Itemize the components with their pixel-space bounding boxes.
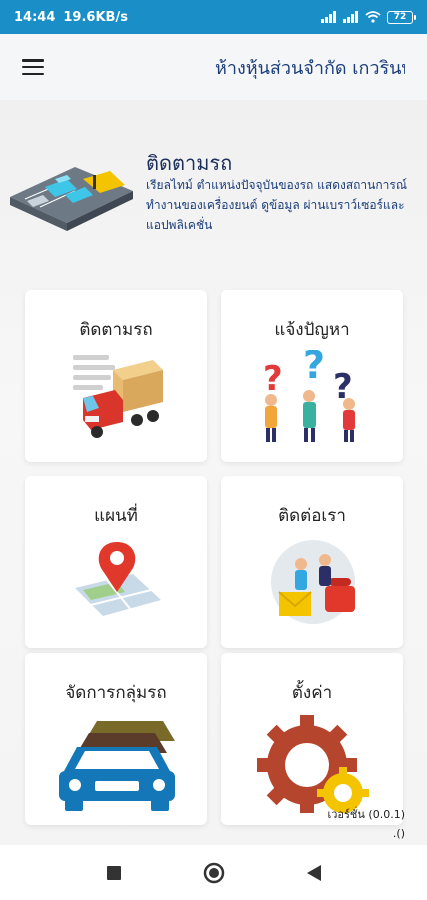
- version-text: เวอร์ชั่น (0.0.1): [327, 808, 405, 821]
- menu-card-settings[interactable]: ตั้งค่า: [221, 653, 403, 825]
- main-content: ติดตามรถ เรียลไทม์ ตำแหน่งปัจจุบันของรถ …: [0, 100, 427, 845]
- svg-text:?: ?: [263, 359, 283, 399]
- hero-banner: ติดตามรถ เรียลไทม์ ตำแหน่งปัจจุบันของรถ …: [0, 145, 427, 255]
- menu-card-label: จัดการกลุ่มรถ: [65, 683, 167, 703]
- wifi-icon: [365, 11, 381, 23]
- battery-icon: 72: [387, 10, 416, 24]
- menu-card-contact[interactable]: ติดต่อเรา: [221, 476, 403, 648]
- version-label: เวอร์ชั่น (0.0.1) .(): [327, 805, 405, 843]
- home-circle-icon: [203, 862, 224, 883]
- parking-lot-icon: [10, 167, 133, 231]
- status-icons: 72: [321, 10, 416, 24]
- hamburger-menu-icon[interactable]: [22, 59, 44, 75]
- question-people-icon: ? ? ?: [263, 350, 355, 442]
- app-title: ห้างหุ้นส่วนจำกัด เกวรินทร์: [215, 57, 405, 79]
- menu-card-track-vehicle[interactable]: ติดตามรถ: [25, 290, 207, 462]
- version-subtext: .(): [392, 827, 405, 840]
- network-speed: 19.6KB/s: [63, 9, 128, 25]
- back-triangle-icon: [306, 864, 321, 881]
- status-time: 14:44: [14, 9, 56, 25]
- signal-icon-2: [343, 11, 358, 23]
- menu-card-report-issue[interactable]: แจ้งปัญหา ? ? ?: [221, 290, 403, 462]
- status-bar: 14:44 19.6KB/s 72: [0, 0, 427, 34]
- menu-card-label: แจ้งปัญหา: [274, 320, 350, 340]
- menu-card-map[interactable]: แผนที่: [25, 476, 207, 648]
- menu-card-label: ติดต่อเรา: [278, 506, 346, 526]
- home-button[interactable]: [200, 859, 228, 887]
- square-icon: [106, 865, 121, 880]
- contact-phone-icon: [271, 540, 355, 624]
- app-bar: ห้างหุ้นส่วนจำกัด เกวรินทร์: [0, 34, 427, 100]
- back-button[interactable]: [300, 859, 328, 887]
- recent-apps-button[interactable]: [100, 859, 128, 887]
- signal-icon: [321, 11, 336, 23]
- menu-card-label: ตั้งค่า: [291, 683, 333, 703]
- truck-icon: [73, 355, 163, 438]
- menu-card-label: แผนที่: [94, 506, 138, 526]
- menu-card-label: ติดตามรถ: [79, 320, 153, 340]
- hero-description: เรียลไทม์ ตำแหน่งปัจจุบันของรถ แสดงสถานก…: [146, 178, 407, 232]
- map-pin-icon: [75, 542, 161, 616]
- system-navigation-bar: [0, 845, 427, 900]
- menu-card-vehicle-groups[interactable]: จัดการกลุ่มรถ: [25, 653, 207, 825]
- car-group-icon: [59, 721, 175, 811]
- svg-text:?: ?: [303, 350, 325, 387]
- gear-icon: [257, 715, 369, 813]
